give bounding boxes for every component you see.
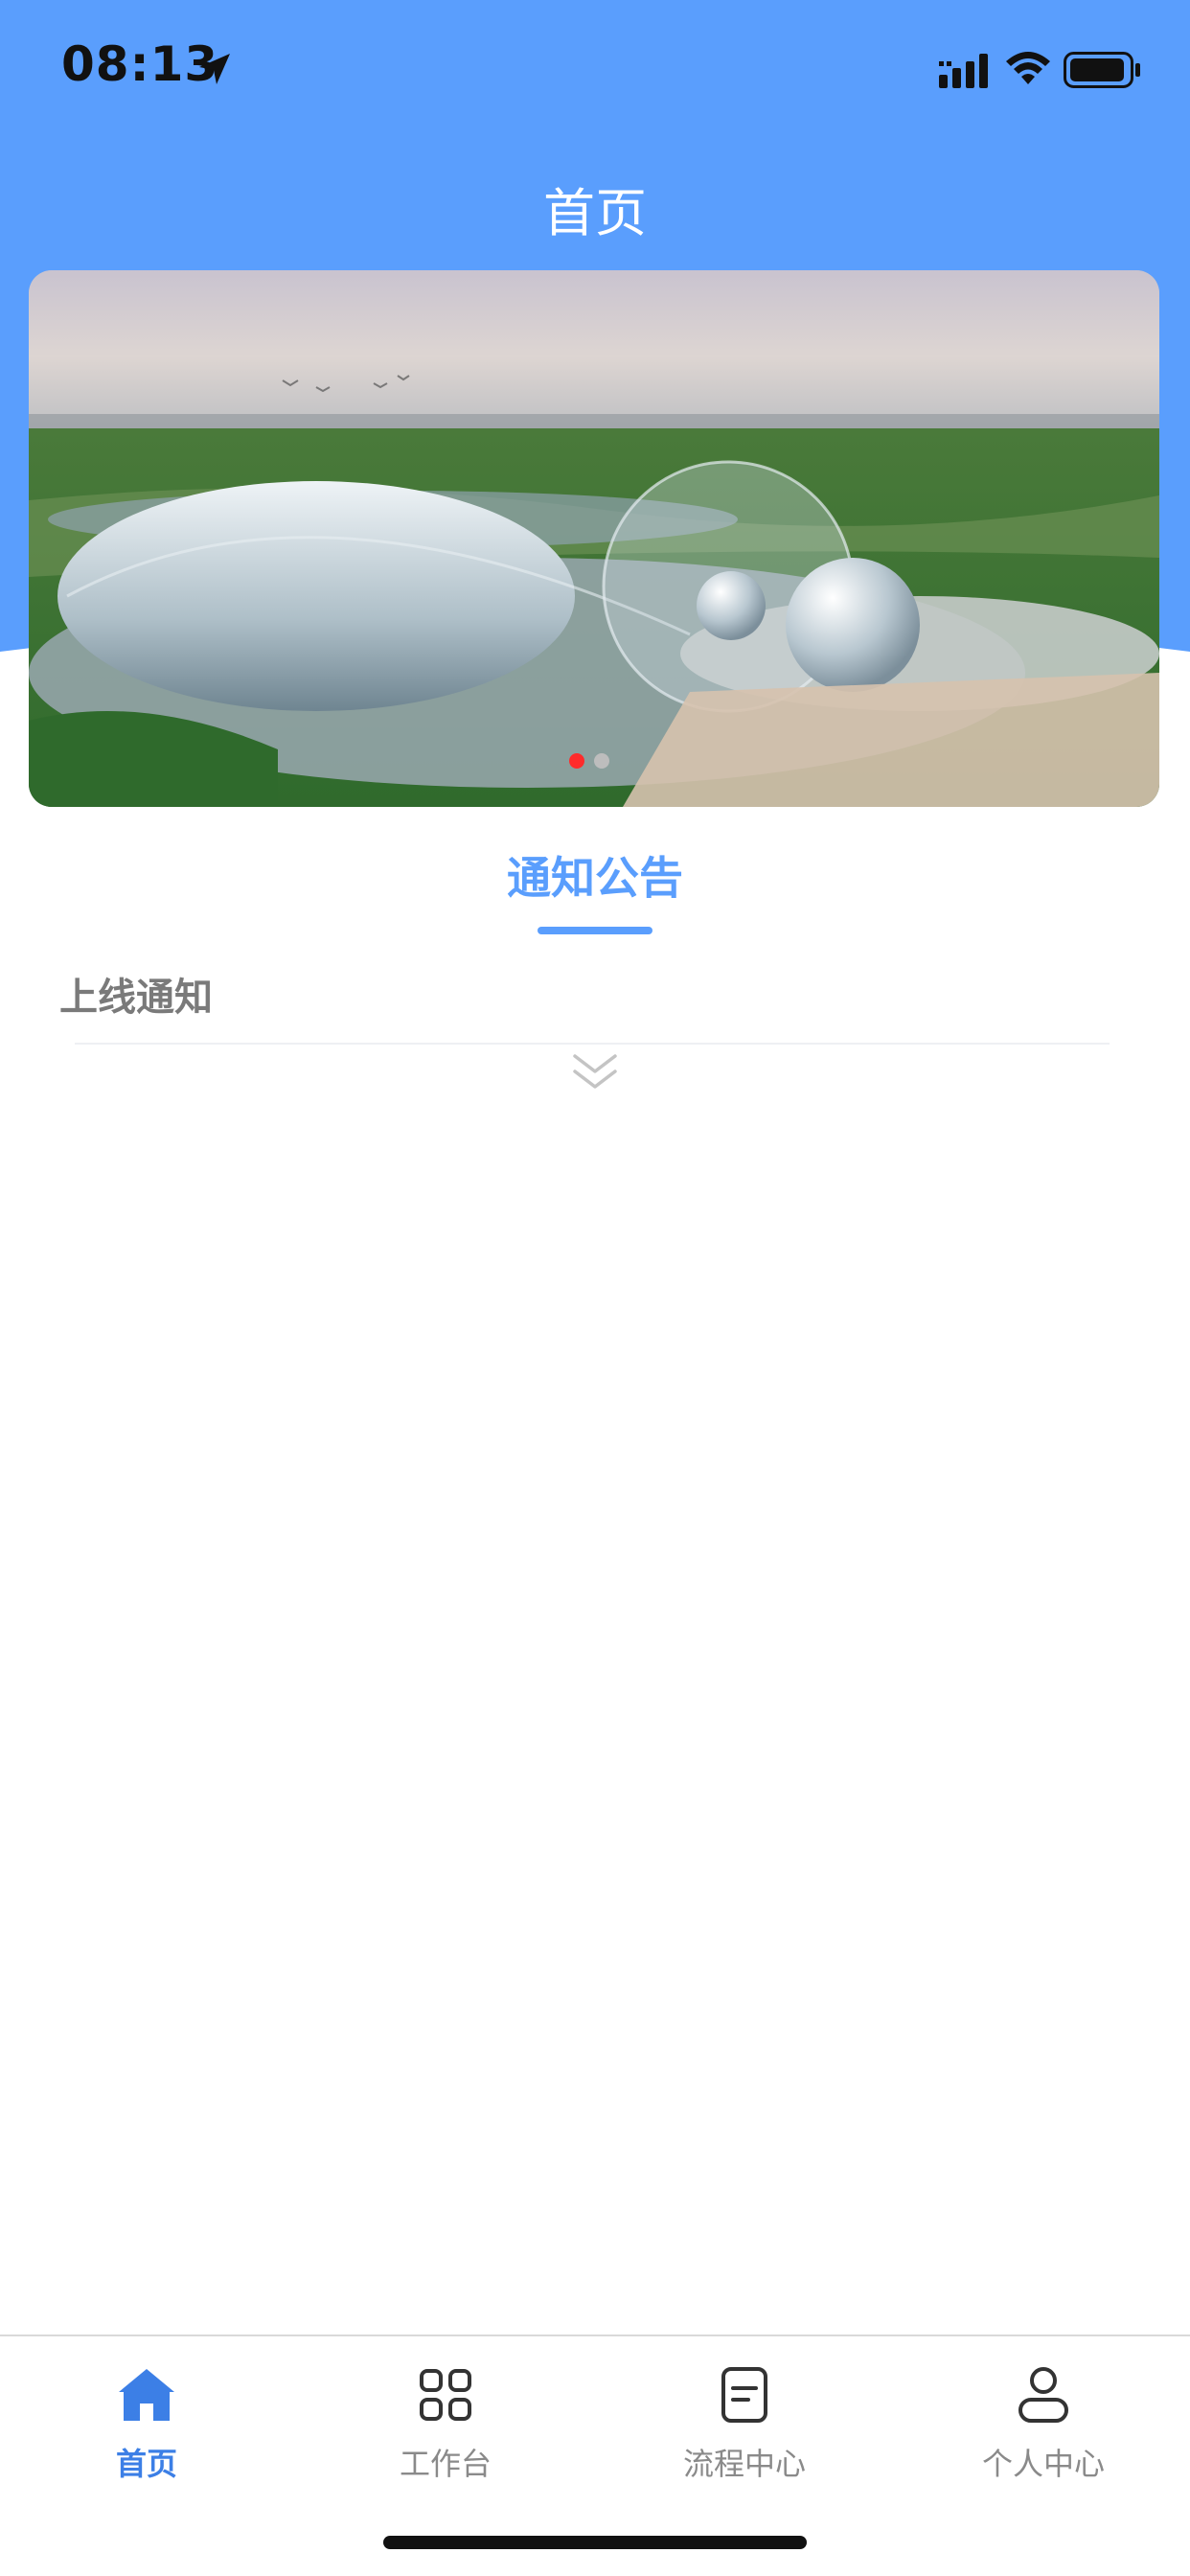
app-screen: 08:13 首页 通知公告 上线通知 首页 工作台 流程中心 个人中心 xyxy=(0,0,1190,2576)
tab-home[interactable]: 首页 xyxy=(41,2363,252,2484)
tab-notice[interactable]: 通知公告 xyxy=(0,843,1190,907)
chevron-double-down-icon[interactable] xyxy=(571,1052,619,1094)
divider xyxy=(75,1043,1110,1045)
tab-process-center-label: 流程中心 xyxy=(682,2446,806,2482)
battery-icon xyxy=(1064,52,1140,88)
home-indicator[interactable] xyxy=(383,2536,807,2549)
cellular-signal-icon xyxy=(939,54,988,88)
grid-icon xyxy=(420,2369,471,2421)
document-icon xyxy=(721,2367,767,2423)
carousel-dot[interactable] xyxy=(594,753,609,769)
page-title: 首页 xyxy=(543,183,647,243)
location-arrow-icon xyxy=(199,54,230,84)
tab-workbench-label: 工作台 xyxy=(399,2446,492,2482)
tab-active-indicator xyxy=(538,927,652,934)
tab-home-label: 首页 xyxy=(115,2446,177,2482)
tab-profile-label: 个人中心 xyxy=(981,2446,1105,2482)
notice-list-item[interactable]: 上线通知 xyxy=(59,966,213,1022)
banner-carousel[interactable] xyxy=(29,270,1159,807)
carousel-dot-active[interactable] xyxy=(569,753,584,769)
wifi-icon xyxy=(1006,52,1050,84)
user-icon xyxy=(1018,2367,1068,2423)
tab-process-center[interactable]: 流程中心 xyxy=(639,2363,850,2484)
home-icon xyxy=(119,2369,174,2421)
tab-workbench[interactable]: 工作台 xyxy=(340,2363,551,2484)
tab-profile[interactable]: 个人中心 xyxy=(938,2363,1149,2484)
banner-image xyxy=(29,270,1159,807)
